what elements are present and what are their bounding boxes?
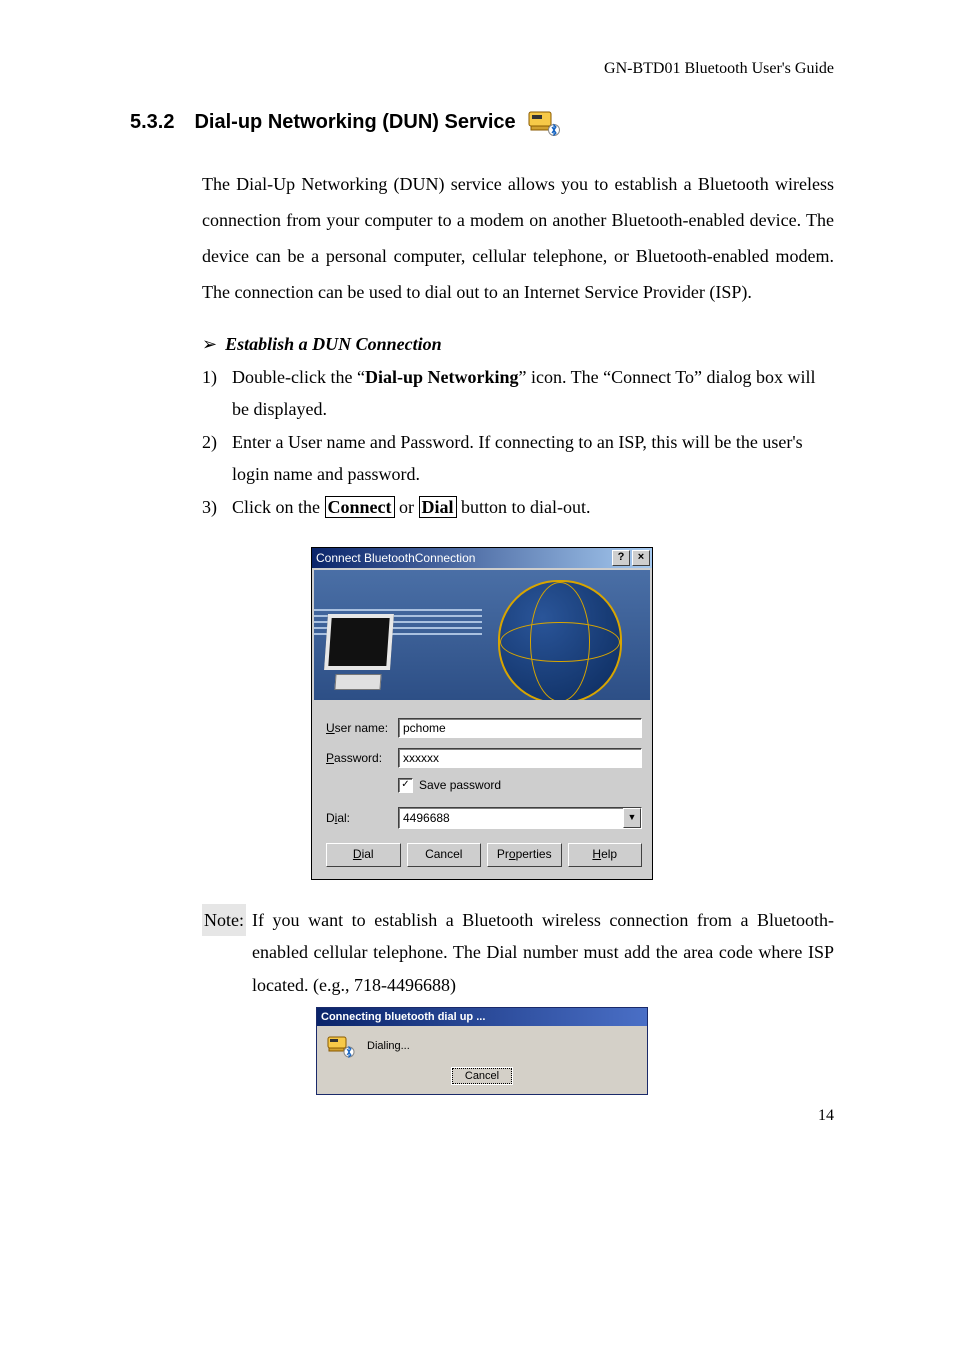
help-button[interactable]: Help bbox=[568, 843, 643, 867]
help-titlebar-button[interactable]: ? bbox=[612, 550, 630, 566]
dialog-button-row: Dial Cancel Properties Help bbox=[326, 843, 642, 867]
section-title: Dial-up Networking (DUN) Service bbox=[194, 111, 515, 134]
list-item: 3) Click on the Connect or Dial button t… bbox=[202, 491, 834, 523]
password-input[interactable]: xxxxxx bbox=[398, 748, 642, 768]
close-titlebar-button[interactable]: × bbox=[632, 550, 650, 566]
dialog-titlebar: Connect BluetoothConnection ? × bbox=[312, 548, 652, 568]
subheading-text: Establish a DUN Connection bbox=[225, 334, 442, 355]
save-password-checkbox[interactable]: ✓ bbox=[398, 778, 413, 793]
username-row: User name: pchome bbox=[326, 718, 642, 738]
numbered-list: 1) Double-click the “Dial-up Networking”… bbox=[202, 361, 834, 523]
username-label: User name: bbox=[326, 721, 398, 735]
progress-body: Dialing... bbox=[317, 1026, 647, 1062]
password-label: Password: bbox=[326, 751, 398, 765]
properties-button[interactable]: Properties bbox=[487, 843, 562, 867]
progress-status: Dialing... bbox=[367, 1040, 410, 1052]
dial-row: Dial: 4496688 ▼ bbox=[326, 807, 642, 829]
modem-bluetooth-icon bbox=[528, 108, 560, 136]
intro-paragraph: The Dial-Up Networking (DUN) service all… bbox=[202, 166, 834, 310]
dial-button[interactable]: Dial bbox=[326, 843, 401, 867]
dial-box-label: Dial bbox=[419, 496, 457, 518]
progress-button-row: Cancel bbox=[317, 1062, 647, 1094]
section-heading: 5.3.2 Dial-up Networking (DUN) Service bbox=[130, 108, 834, 136]
document-page: GN-BTD01 Bluetooth User's Guide 5.3.2 Di… bbox=[0, 0, 954, 1155]
note-label: Note: bbox=[202, 904, 246, 936]
combo-arrow-icon[interactable]: ▼ bbox=[623, 808, 641, 828]
dial-label: Dial: bbox=[326, 811, 398, 825]
globe-icon bbox=[498, 580, 622, 700]
list-number: 3) bbox=[202, 491, 232, 523]
page-number: 14 bbox=[818, 1107, 834, 1125]
connect-box-label: Connect bbox=[325, 496, 395, 518]
list-item: 2) Enter a User name and Password. If co… bbox=[202, 426, 834, 491]
password-row: Password: xxxxxx bbox=[326, 748, 642, 768]
connect-dialog: Connect BluetoothConnection ? × User nam… bbox=[311, 547, 653, 880]
dial-combo[interactable]: 4496688 ▼ bbox=[398, 807, 642, 829]
progress-dialog: Connecting bluetooth dial up ... Dialing… bbox=[316, 1007, 648, 1095]
dialog-banner bbox=[314, 570, 650, 700]
cancel-button[interactable]: Cancel bbox=[407, 843, 482, 867]
dialog-form: User name: pchome Password: xxxxxx ✓ Sav… bbox=[312, 702, 652, 879]
note-block: Note: If you want to establish a Bluetoo… bbox=[202, 904, 834, 1001]
list-text: Double-click the “Dial-up Networking” ic… bbox=[232, 361, 834, 426]
dialog-title: Connect BluetoothConnection bbox=[316, 551, 610, 565]
subheading-row: ➢ Establish a DUN Connection bbox=[202, 334, 834, 355]
save-password-row: ✓ Save password bbox=[398, 778, 642, 793]
running-header: GN-BTD01 Bluetooth User's Guide bbox=[130, 60, 834, 78]
list-text: Click on the Connect or Dial button to d… bbox=[232, 491, 834, 523]
monitor-icon bbox=[326, 614, 390, 694]
username-input[interactable]: pchome bbox=[398, 718, 642, 738]
save-password-label: Save password bbox=[419, 778, 501, 792]
list-number: 2) bbox=[202, 426, 232, 491]
note-text: If you want to establish a Bluetooth wir… bbox=[252, 904, 834, 1001]
list-item: 1) Double-click the “Dial-up Networking”… bbox=[202, 361, 834, 426]
progress-cancel-button[interactable]: Cancel bbox=[452, 1068, 512, 1084]
dial-value[interactable]: 4496688 bbox=[399, 811, 623, 825]
list-number: 1) bbox=[202, 361, 232, 426]
arrow-icon: ➢ bbox=[202, 334, 217, 355]
section-number: 5.3.2 bbox=[130, 111, 174, 134]
modem-bluetooth-icon bbox=[327, 1034, 355, 1058]
list-text: Enter a User name and Password. If conne… bbox=[232, 426, 834, 491]
progress-title: Connecting bluetooth dial up ... bbox=[317, 1008, 647, 1026]
